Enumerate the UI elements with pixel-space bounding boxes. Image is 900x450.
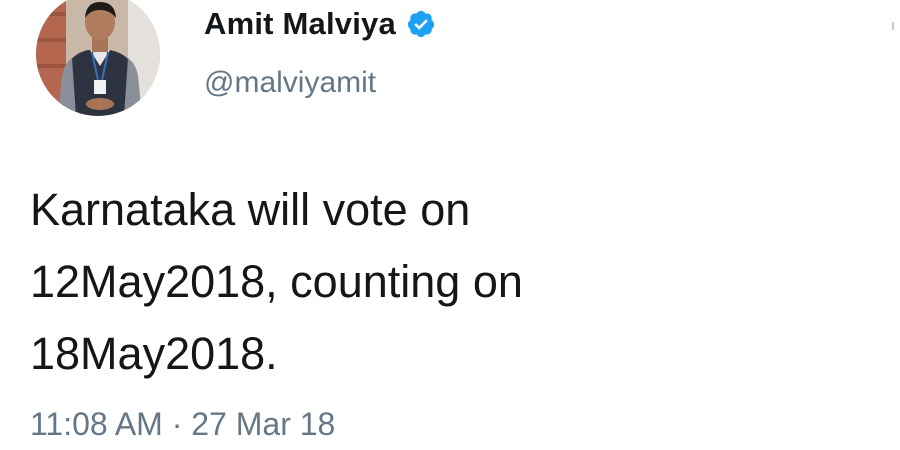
tweet-card: Amit Malviya @malviyamit Karnataka will … xyxy=(0,0,900,450)
tweet-time: 11:08 AM xyxy=(30,406,163,442)
author-display-name[interactable]: Amit Malviya xyxy=(204,6,396,42)
author-handle[interactable]: @malviyamit xyxy=(204,66,376,100)
tweet-text-line: Karnataka will vote on xyxy=(30,184,471,235)
tweet-text-line: 18May2018. xyxy=(30,328,278,379)
tweet-date: 27 Mar 18 xyxy=(191,406,336,442)
tweet-text-line: 12May2018, counting on xyxy=(30,256,523,307)
verified-badge-icon xyxy=(406,9,436,39)
author-name-row: Amit Malviya xyxy=(204,6,436,42)
author-avatar[interactable] xyxy=(36,0,160,116)
tweet-text: Karnataka will vote on 12May2018, counti… xyxy=(30,174,850,390)
meta-separator: · xyxy=(171,406,183,442)
tweet-timestamp[interactable]: 11:08 AM · 27 Mar 18 xyxy=(30,406,335,443)
edge-artifact xyxy=(892,22,894,30)
profile-photo-icon xyxy=(36,0,160,116)
